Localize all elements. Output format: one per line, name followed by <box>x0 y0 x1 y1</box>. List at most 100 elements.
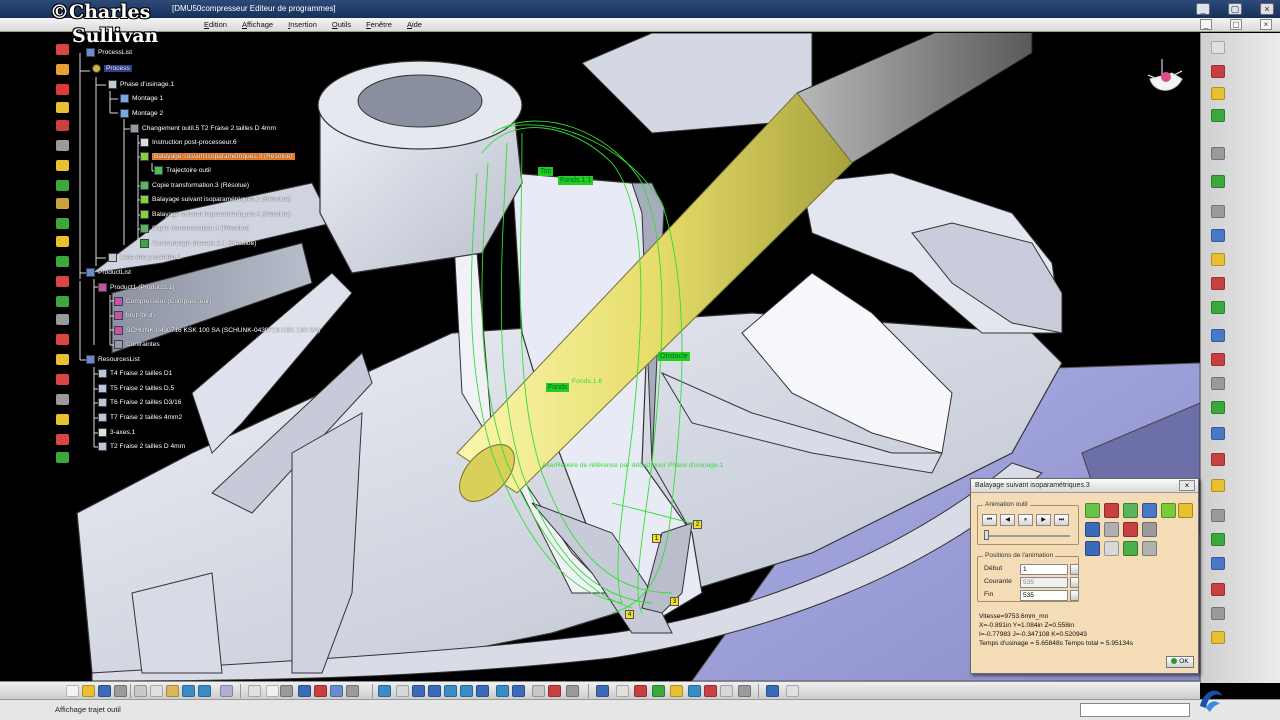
paste-icon[interactable] <box>166 685 179 697</box>
window-restore-button[interactable]: ▢ <box>1228 3 1242 15</box>
report-icon[interactable] <box>1104 522 1119 537</box>
label-obstacle[interactable]: Obstacle <box>658 352 690 361</box>
mfg-icon-6[interactable] <box>688 685 701 697</box>
tree-node-balayage-1[interactable]: Balayage suivant isoparamétriques.1 (Rés… <box>140 194 291 205</box>
help-icon[interactable] <box>220 685 233 697</box>
pan-icon[interactable] <box>412 685 425 697</box>
mfg-icon-1[interactable] <box>596 685 609 697</box>
rt-icon-4[interactable] <box>1211 109 1225 122</box>
rt-icon-7[interactable] <box>1211 205 1225 218</box>
first-frame-button[interactable]: ⏮ <box>982 514 997 526</box>
redo-icon[interactable] <box>198 685 211 697</box>
video-icon[interactable] <box>1085 541 1100 556</box>
tree-node-t6[interactable]: T6 Fraise 2 tailles D3/16 <box>98 397 181 408</box>
tree-node-changement-outil[interactable]: Changement outil.5 T2 Fraise 2 tailles D… <box>130 123 276 134</box>
courante-field[interactable]: 535 <box>1020 577 1068 588</box>
menu-edition[interactable]: Edition <box>204 20 227 29</box>
tree-node-t7[interactable]: T7 Fraise 2 tailles 4mm2 <box>98 412 182 423</box>
rotate-icon[interactable] <box>428 685 441 697</box>
tree-node-phase[interactable]: Phase d'usinage.1 <box>108 79 174 90</box>
tree-node-process[interactable]: Process <box>92 63 132 74</box>
rt-icon-23[interactable] <box>1211 607 1225 620</box>
settings-icon[interactable] <box>1142 541 1157 556</box>
mfg-icon-10[interactable] <box>766 685 779 697</box>
tree-node-compresseur[interactable]: Compresseur (Compresseur) <box>114 296 211 307</box>
undo-icon[interactable] <box>182 685 195 697</box>
shading-icon[interactable] <box>512 685 525 697</box>
debut-field[interactable]: 1 <box>1020 564 1068 575</box>
search-icon[interactable] <box>346 685 359 697</box>
pause-button[interactable]: ⏸ <box>1018 514 1033 526</box>
point-display-icon[interactable] <box>1123 503 1138 518</box>
label-top[interactable]: Top <box>538 167 554 176</box>
rt-icon-24[interactable] <box>1211 631 1225 644</box>
compass-icon[interactable] <box>1142 53 1192 103</box>
rt-icon-8[interactable] <box>1211 229 1225 242</box>
point-marker-1[interactable]: 1 <box>652 534 661 543</box>
fit-all-icon[interactable] <box>396 685 409 697</box>
new-icon[interactable] <box>66 685 79 697</box>
mfg-icon-3[interactable] <box>634 685 647 697</box>
rt-icon-19[interactable] <box>1211 509 1225 522</box>
rt-icon-5[interactable] <box>1211 147 1225 160</box>
zoom-out-icon[interactable] <box>460 685 473 697</box>
mfg-icon-9[interactable] <box>738 685 751 697</box>
swap-icon[interactable] <box>548 685 561 697</box>
debut-spin-button[interactable] <box>1070 564 1079 575</box>
print-icon[interactable] <box>114 685 127 697</box>
rt-icon-20[interactable] <box>1211 533 1225 546</box>
tree-node-resourceslist[interactable]: ResourcesList <box>86 354 140 365</box>
fly-icon[interactable] <box>378 685 391 697</box>
doc-minimize-button[interactable]: _ <box>1200 19 1212 30</box>
mfg-icon-2[interactable] <box>616 685 629 697</box>
menu-aide[interactable]: Aide <box>407 20 422 29</box>
animation-slider-thumb[interactable] <box>984 530 989 540</box>
dialog-title[interactable]: Balayage suivant isoparamétriques.3 <box>971 479 1198 493</box>
rt-icon-2[interactable] <box>1211 65 1225 78</box>
doc-restore-button[interactable]: ▢ <box>1230 19 1242 30</box>
comment-icon[interactable] <box>266 685 279 697</box>
tree-node-balayage-4[interactable]: Balayage suivant isoparamétriques.4 (Rés… <box>140 209 291 220</box>
fin-spin-button[interactable] <box>1070 590 1079 601</box>
remove-icon[interactable] <box>1142 522 1157 537</box>
tool-axis-icon[interactable] <box>1085 503 1100 518</box>
tree-node-instruction[interactable]: Instruction post-processeur.6 <box>140 137 237 148</box>
ok-button[interactable]: OK <box>1166 656 1194 668</box>
animation-slider-track[interactable] <box>984 535 1070 537</box>
dialog-close-button[interactable]: × <box>1179 480 1195 491</box>
tree-node-montage1[interactable]: Montage 1 <box>120 93 163 104</box>
window-close-button[interactable]: × <box>1260 3 1274 15</box>
tree-node-t2[interactable]: T2 Fraise 2 tailles D 4mm <box>98 441 185 452</box>
mfg-icon-11[interactable] <box>786 685 799 697</box>
rt-icon-21[interactable] <box>1211 557 1225 570</box>
specification-tree[interactable]: ProcessList Process Phase d'usinage.1 Mo… <box>52 33 322 473</box>
label-fonds-1-1[interactable]: Fonds.1.1 <box>558 176 594 185</box>
menu-outils[interactable]: Outils <box>332 20 351 29</box>
menu-insertion[interactable]: Insertion <box>288 20 317 29</box>
tree-node-processlist[interactable]: ProcessList <box>86 47 132 58</box>
point-marker-3[interactable]: 3 <box>670 597 679 606</box>
menu-fenetre[interactable]: Fenêtre <box>366 20 392 29</box>
rt-icon-11[interactable] <box>1211 301 1225 314</box>
mfg-icon-4[interactable] <box>652 685 665 697</box>
label-fonds[interactable]: Fonds <box>546 383 570 392</box>
tree-node-product1[interactable]: Product1 (Product1.1) <box>98 282 175 293</box>
cut-icon[interactable] <box>134 685 147 697</box>
last-frame-button[interactable]: ⏭ <box>1054 514 1069 526</box>
tree-node-contraintes[interactable]: Contraintes <box>114 339 160 350</box>
tree-node-liste-procedes[interactable]: Liste des procédés.1 <box>108 252 181 263</box>
open-icon[interactable] <box>82 685 95 697</box>
properties-icon[interactable] <box>566 685 579 697</box>
mfg-icon-5[interactable] <box>670 685 683 697</box>
rt-icon-1[interactable] <box>1211 41 1225 54</box>
tree-node-schunk[interactable]: SCHUNK-0430716 KSK 100 SA (SCHUNK-043071… <box>114 325 320 336</box>
window-minimize-button[interactable]: _ <box>1196 3 1210 15</box>
table-icon[interactable] <box>314 685 327 697</box>
point-marker-2[interactable]: 2 <box>693 520 702 529</box>
tree-node-t4[interactable]: T4 Fraise 2 tailles D1 <box>98 368 172 379</box>
rt-icon-14[interactable] <box>1211 377 1225 390</box>
catalog-icon[interactable] <box>330 685 343 697</box>
tree-node-balayage-3[interactable]: Balayage suivant isoparamétriques.3 (Rés… <box>140 151 295 162</box>
next-frame-button[interactable]: ▶ <box>1036 514 1051 526</box>
copy-icon[interactable] <box>150 685 163 697</box>
